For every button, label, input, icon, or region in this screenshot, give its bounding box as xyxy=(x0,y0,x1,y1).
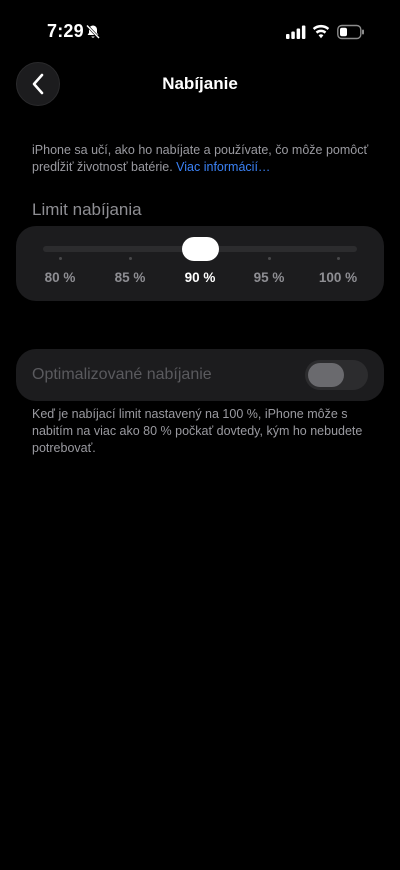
option-100[interactable]: 100 % xyxy=(308,270,368,285)
battery-low-icon xyxy=(337,24,364,40)
bell-slash-icon xyxy=(86,24,100,39)
cellular-signal-icon xyxy=(286,25,306,39)
optimized-charging-row: Optimalizované nabíjanie xyxy=(16,349,384,401)
status-time: 7:29 xyxy=(47,21,84,41)
slider-dot-80 xyxy=(59,257,62,260)
optimized-charging-footer: Keď je nabíjací limit nastavený na 100 %… xyxy=(32,407,363,455)
page-title: Nabíjanie xyxy=(162,74,238,93)
toggle-knob xyxy=(308,363,344,387)
charge-limit-header: Limit nabíjania xyxy=(32,200,142,219)
slider-dot-100 xyxy=(337,257,340,260)
more-info-link[interactable]: Viac informácií… xyxy=(176,160,270,174)
slider-thumb[interactable] xyxy=(182,237,219,261)
battery-description: iPhone sa učí, ako ho nabíjate a používa… xyxy=(32,142,372,176)
option-90[interactable]: 90 % xyxy=(170,270,230,285)
wifi-icon xyxy=(312,24,330,39)
status-bar: 7:29 xyxy=(0,0,400,60)
optimized-charging-label: Optimalizované nabíjanie xyxy=(32,366,212,383)
charge-limit-slider[interactable]: 80 % 85 % 90 % 95 % 100 % xyxy=(16,226,384,301)
slider-dot-95 xyxy=(268,257,271,260)
option-80[interactable]: 80 % xyxy=(30,270,90,285)
optimized-charging-toggle[interactable] xyxy=(305,360,368,390)
slider-dot-85 xyxy=(129,257,132,260)
option-95[interactable]: 95 % xyxy=(239,270,299,285)
option-85[interactable]: 85 % xyxy=(100,270,160,285)
